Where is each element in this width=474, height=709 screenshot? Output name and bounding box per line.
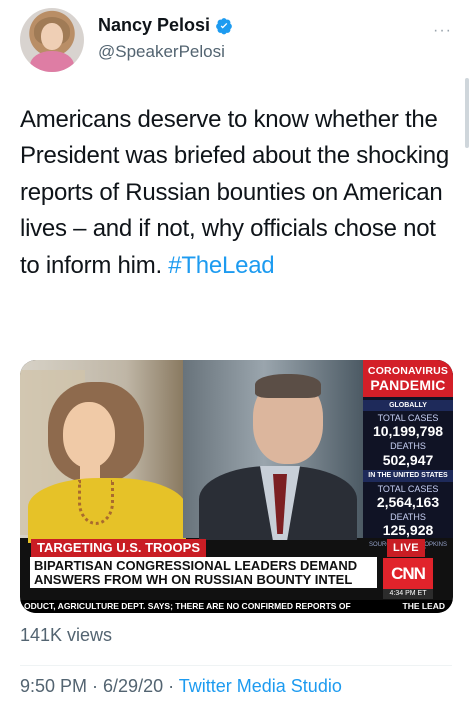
- right-video-panel: [183, 360, 363, 540]
- us-deaths: 125,928: [382, 522, 434, 539]
- scrollbar[interactable]: [465, 78, 469, 148]
- us-label: IN THE UNITED STATES: [363, 470, 453, 482]
- tweet-text: Americans deserve to know whether the Pr…: [20, 102, 452, 284]
- global-total-cases: 10,199,798: [372, 423, 444, 440]
- avatar-clothing: [30, 51, 74, 72]
- tweet-metadata: 9:50 PM · 6/29/20 · Twitter Media Studio: [20, 676, 342, 697]
- stats-title-bottom: PANDEMIC: [370, 377, 446, 394]
- anchor-hair: [255, 374, 321, 398]
- author-name-row[interactable]: Nancy Pelosi: [98, 15, 233, 36]
- stats-header: CORONAVIRUS PANDEMIC: [363, 360, 453, 397]
- show-name: THE LEAD: [402, 601, 446, 611]
- divider: [20, 665, 452, 666]
- live-badge: LIVE: [387, 539, 426, 557]
- news-lower-third: TARGETING U.S. TROOPS BIPARTISAN CONGRES…: [20, 539, 453, 613]
- coronavirus-stats-panel: CORONAVIRUS PANDEMIC GLOBALLY TOTAL CASE…: [363, 360, 453, 554]
- verified-badge-icon: [216, 17, 232, 34]
- source-link[interactable]: Twitter Media Studio: [179, 676, 342, 696]
- stats-title-top: CORONAVIRUS: [367, 365, 449, 377]
- headline-banner: BIPARTISAN CONGRESSIONAL LEADERS DEMAND …: [30, 557, 377, 588]
- profile-avatar[interactable]: [20, 8, 84, 72]
- global-deaths-label: DEATHS: [390, 441, 426, 452]
- us-deaths-label: DEATHS: [390, 511, 426, 522]
- broadcast-time: 4:34 PM ET: [383, 589, 433, 599]
- global-label: GLOBALLY: [363, 399, 453, 412]
- more-options-icon[interactable]: ···: [433, 22, 452, 40]
- global-deaths: 502,947: [382, 451, 434, 468]
- us-total-cases-label: TOTAL CASES: [377, 483, 439, 494]
- speaker-necklace: [78, 480, 114, 525]
- news-ticker: ODUCT, AGRICULTURE DEPT. SAYS; THERE ARE…: [20, 600, 453, 613]
- left-video-panel: [20, 360, 186, 543]
- targeting-banner: TARGETING U.S. TROOPS: [31, 539, 206, 557]
- author-name[interactable]: Nancy Pelosi: [98, 15, 210, 36]
- global-total-cases-label: TOTAL CASES: [377, 413, 439, 424]
- author-handle[interactable]: @SpeakerPelosi: [98, 42, 225, 62]
- views-count: 141K views: [20, 625, 113, 645]
- tweet-timestamp: 9:50 PM · 6/29/20 ·: [20, 676, 179, 696]
- hashtag-link[interactable]: #TheLead: [168, 252, 274, 279]
- speaker-face: [63, 402, 115, 468]
- avatar-face: [41, 23, 63, 50]
- us-total-cases: 2,564,163: [376, 494, 440, 511]
- tweet-video-media[interactable]: CORONAVIRUS PANDEMIC GLOBALLY TOTAL CASE…: [20, 360, 453, 613]
- ticker-text: ODUCT, AGRICULTURE DEPT. SAYS; THERE ARE…: [24, 601, 351, 611]
- cnn-logo: CNN: [383, 558, 433, 589]
